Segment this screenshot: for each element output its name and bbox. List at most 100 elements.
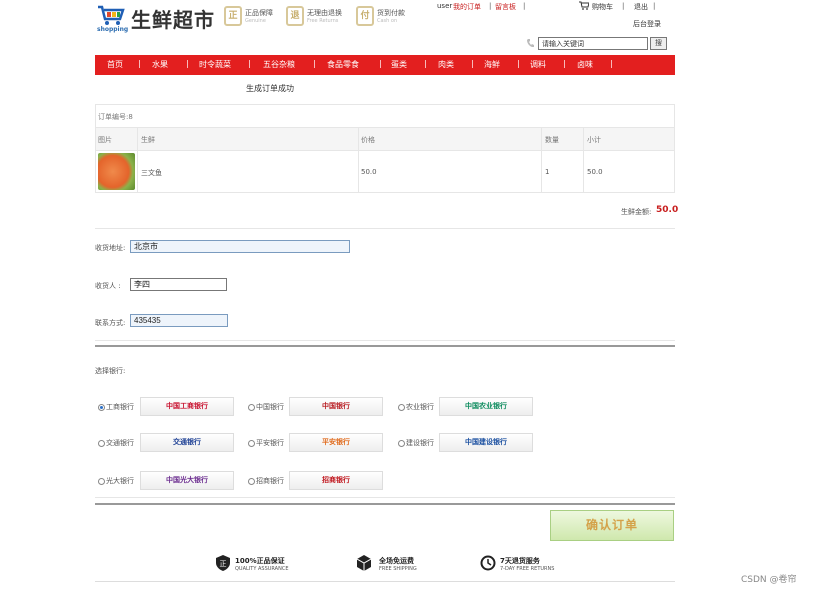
order-success-message: 生成订单成功 (246, 84, 294, 93)
search-button[interactable]: 搜 (650, 37, 667, 50)
col-image: 图片 (98, 136, 112, 144)
logo-subtitle: shopping (97, 26, 129, 33)
product-image[interactable] (98, 153, 135, 190)
bank-logo-cmb[interactable]: 招商银行 (289, 471, 383, 490)
bank-radio-abc[interactable] (398, 404, 405, 411)
badge-sub: Genuine (245, 18, 266, 24)
footer-quality-sub: QUALITY ASSURANCE (235, 566, 289, 572)
divider (95, 150, 675, 151)
nav-separator: | (313, 59, 316, 68)
divider (358, 128, 359, 193)
bank-label-pingan: 平安银行 (256, 439, 284, 447)
footer-quality-title: 100%正品保证 (235, 557, 285, 565)
confirm-order-button[interactable]: 确认订单 (550, 510, 674, 541)
cod-icon: 付 (356, 6, 374, 26)
divider (541, 128, 542, 193)
clock-icon (480, 555, 496, 571)
footer-returns-sub: 7-DAY FREE RETURNS (500, 566, 555, 572)
badge-title: 正品保障 (245, 9, 273, 17)
site-title: 生鲜超市 (131, 8, 215, 32)
nav-separator: | (471, 59, 474, 68)
my-orders-link[interactable]: 我的订单 (453, 2, 481, 12)
phone-input[interactable] (130, 314, 228, 327)
badge-cod: 付 货到付款 Cash on (356, 6, 418, 28)
message-board-link[interactable]: 留言板 (495, 2, 516, 12)
badge-title: 无理由退换 (307, 9, 342, 17)
divider (95, 581, 675, 582)
address-input[interactable] (130, 240, 350, 253)
nav-separator: | (186, 59, 189, 68)
nav-fruit[interactable]: 水果 (152, 59, 168, 70)
nav-snacks[interactable]: 食品零食 (327, 59, 359, 70)
footer-shipping-title: 全场免运费 (379, 557, 414, 565)
separator: | (523, 2, 526, 10)
bank-radio-bocom[interactable] (98, 440, 105, 447)
total-label: 生鲜金额: (621, 208, 652, 216)
nav-separator: | (248, 59, 251, 68)
receiver-input[interactable] (130, 278, 227, 291)
address-label: 收货地址: (95, 244, 126, 252)
bank-label-cmb: 招商银行 (256, 477, 284, 485)
badge-sub: Cash on (377, 18, 398, 24)
divider (95, 497, 675, 498)
divider (95, 345, 675, 347)
bank-radio-icbc[interactable] (98, 404, 105, 411)
nav-separator: | (424, 59, 427, 68)
bank-radio-ceb[interactable] (98, 478, 105, 485)
nav-eggs[interactable]: 蛋类 (391, 59, 407, 70)
nav-vegetables[interactable]: 时令蔬菜 (199, 59, 231, 70)
shield-icon: 正 (216, 555, 230, 571)
admin-login-link[interactable]: 后台登录 (633, 19, 661, 29)
nav-home[interactable]: 首页 (107, 59, 123, 70)
bank-label-boc: 中国银行 (256, 403, 284, 411)
nav-seafood[interactable]: 海鲜 (484, 59, 500, 70)
bank-radio-cmb[interactable] (248, 478, 255, 485)
nav-separator: | (517, 59, 520, 68)
nav-meat[interactable]: 肉类 (438, 59, 454, 70)
bank-label-abc: 农业银行 (406, 403, 434, 411)
order-number: 订单编号:8 (98, 113, 133, 121)
badge-genuine: 正 正品保障 Genuine (224, 6, 286, 28)
bank-label-bocom: 交通银行 (106, 439, 134, 447)
bank-logo-bocom[interactable]: 交通银行 (140, 433, 234, 452)
bank-logo-ceb[interactable]: 中国光大银行 (140, 471, 234, 490)
separator: | (489, 2, 492, 10)
logout-link[interactable]: 退出 (634, 2, 648, 12)
nav-separator: | (379, 59, 382, 68)
nav-braised[interactable]: 卤味 (577, 59, 593, 70)
bank-logo-boc[interactable]: 中国银行 (289, 397, 383, 416)
user-name: user (437, 2, 453, 10)
bank-label-icbc: 工商银行 (106, 403, 134, 411)
bank-logo-abc[interactable]: 中国农业银行 (439, 397, 533, 416)
nav-separator: | (138, 59, 141, 68)
receiver-label: 收货人 : (95, 282, 121, 290)
nav-seasoning[interactable]: 调料 (530, 59, 546, 70)
col-subtotal: 小计 (587, 136, 601, 144)
separator: | (653, 2, 656, 10)
cart-icon[interactable] (579, 1, 590, 10)
watermark: CSDN @卷帘 (741, 575, 797, 585)
divider (95, 228, 675, 229)
bank-logo-pingan[interactable]: 平安银行 (289, 433, 383, 452)
bank-radio-pingan[interactable] (248, 440, 255, 447)
nav-separator: | (563, 59, 566, 68)
cart-link[interactable]: 购物车 (592, 2, 613, 12)
separator: | (622, 2, 625, 10)
bank-radio-boc[interactable] (248, 404, 255, 411)
badge-sub: Free Returns (307, 18, 339, 24)
product-subtotal: 50.0 (587, 168, 603, 176)
badge-returns: 退 无理由退换 Free Returns (286, 6, 348, 28)
bank-logo-ccb[interactable]: 中国建设银行 (439, 433, 533, 452)
search-input[interactable] (538, 37, 648, 50)
bank-label-ccb: 建设银行 (406, 439, 434, 447)
badge-title: 货到付款 (377, 9, 405, 17)
footer-returns-title: 7天退货服务 (500, 557, 540, 565)
bank-logo-icbc[interactable]: 中国工商银行 (140, 397, 234, 416)
nav-grains[interactable]: 五谷杂粮 (263, 59, 295, 70)
product-name: 三文鱼 (141, 169, 162, 177)
divider (95, 340, 675, 341)
product-price: 50.0 (361, 168, 377, 176)
divider (583, 128, 584, 193)
bank-radio-ccb[interactable] (398, 440, 405, 447)
col-quantity: 数量 (545, 136, 559, 144)
